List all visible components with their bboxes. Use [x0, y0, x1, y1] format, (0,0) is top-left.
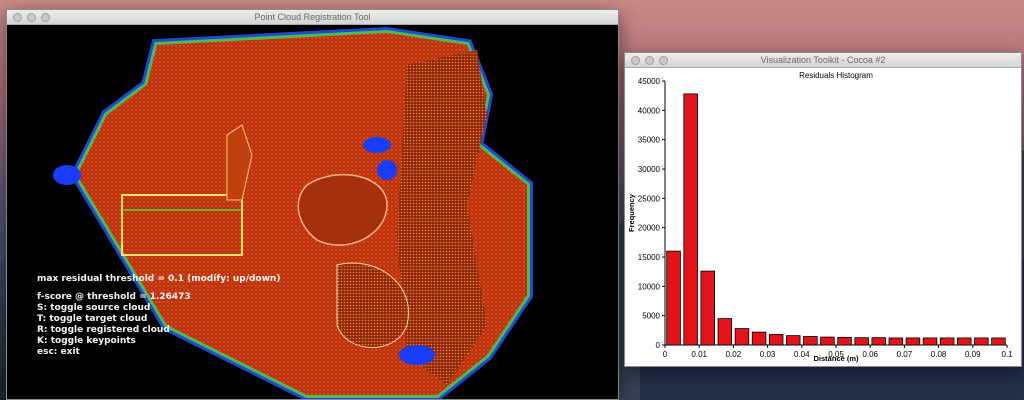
histogram-bar — [768, 334, 784, 346]
y-tick-label: 45000 — [638, 77, 661, 86]
histogram-bar — [837, 336, 852, 346]
y-tick-label: 35000 — [638, 136, 661, 145]
point-cloud-viewport[interactable]: max residual threshold = 0.1 (modify: up… — [7, 25, 618, 399]
hud-overlay: max residual threshold = 0.1 (modify: up… — [37, 274, 280, 358]
x-axis-label: Distance (m) — [813, 354, 859, 363]
vtk-titlebar[interactable]: Visualization Toolkit - Cocoa #2 — [625, 53, 1021, 68]
histogram-bar — [922, 337, 938, 346]
pcr-titlebar[interactable]: Point Cloud Registration Tool — [7, 10, 618, 25]
close-button[interactable] — [631, 56, 640, 65]
toggle-keypoints-hint: K: toggle keypoints — [37, 336, 136, 346]
pcr-window: Point Cloud Registration Tool max residu… — [6, 9, 619, 400]
histogram-bar — [683, 93, 698, 346]
x-tick-label: 0.06 — [862, 350, 878, 359]
maximize-button[interactable] — [659, 56, 668, 65]
histogram-bar — [700, 270, 715, 346]
histogram-bar — [751, 331, 767, 346]
minimize-button[interactable] — [27, 13, 36, 22]
vtk-window-title: Visualization Toolkit - Cocoa #2 — [760, 55, 886, 65]
pcr-window-title: Point Cloud Registration Tool — [254, 12, 371, 22]
toggle-registered-hint: R: toggle registered cloud — [37, 325, 170, 335]
histogram-bar — [666, 250, 681, 346]
exit-hint: esc: exit — [37, 347, 80, 357]
toggle-target-hint: T: toggle target cloud — [37, 314, 148, 324]
histogram-bar — [786, 335, 801, 346]
x-tick-label: 0.07 — [897, 350, 913, 359]
histogram-bar — [734, 328, 750, 346]
close-button[interactable] — [13, 13, 22, 22]
x-tick-label: 0.01 — [691, 350, 707, 359]
histogram-bar — [905, 337, 921, 346]
histogram-bar — [939, 337, 955, 346]
vtk-window: Visualization Toolkit - Cocoa #2 Residua… — [624, 52, 1022, 367]
minimize-button[interactable] — [645, 56, 654, 65]
toggle-source-hint: S: toggle source cloud — [37, 303, 151, 313]
fscore-text: f-score @ threshold = 1.26473 — [37, 292, 191, 302]
y-tick-label: 5000 — [642, 312, 660, 321]
y-tick-label: 10000 — [638, 282, 661, 291]
x-tick-label: 0.02 — [726, 350, 742, 359]
x-tick-label: 0.08 — [931, 350, 947, 359]
chart-title: Residuals Histogram — [799, 71, 873, 80]
y-tick-label: 40000 — [638, 106, 661, 115]
y-tick-label: 25000 — [638, 194, 661, 203]
x-tick-label: 0.1 — [1001, 350, 1013, 359]
histogram-bar — [820, 336, 835, 346]
histogram-bar — [803, 336, 818, 346]
x-tick-label: 0.09 — [965, 350, 981, 359]
histogram-bar — [717, 318, 733, 346]
histogram-bar — [888, 337, 904, 346]
y-tick-label: 15000 — [638, 253, 661, 262]
histogram-bar — [957, 337, 972, 346]
residuals-histogram: Residuals Histogram 0 5000 10000 15000 20000 2… — [627, 71, 1013, 363]
y-axis-label: Frequency — [627, 193, 636, 232]
y-tick-label: 0 — [656, 341, 661, 350]
x-tick-label: 0.03 — [760, 350, 776, 359]
histogram-bar — [854, 337, 869, 346]
histogram-bar — [991, 337, 1006, 346]
y-tick-label: 20000 — [638, 224, 661, 233]
x-tick-label: 0 — [663, 350, 668, 359]
threshold-text: max residual threshold = 0.1 (modify: up… — [37, 274, 281, 284]
histogram-bar — [871, 337, 886, 346]
y-tick-label: 30000 — [638, 165, 661, 174]
maximize-button[interactable] — [41, 13, 50, 22]
histogram-bar — [974, 337, 989, 346]
histogram-plot-area[interactable]: Residuals Histogram 0 5000 10000 15000 20000 2… — [625, 68, 1021, 366]
x-tick-label: 0.04 — [794, 350, 810, 359]
